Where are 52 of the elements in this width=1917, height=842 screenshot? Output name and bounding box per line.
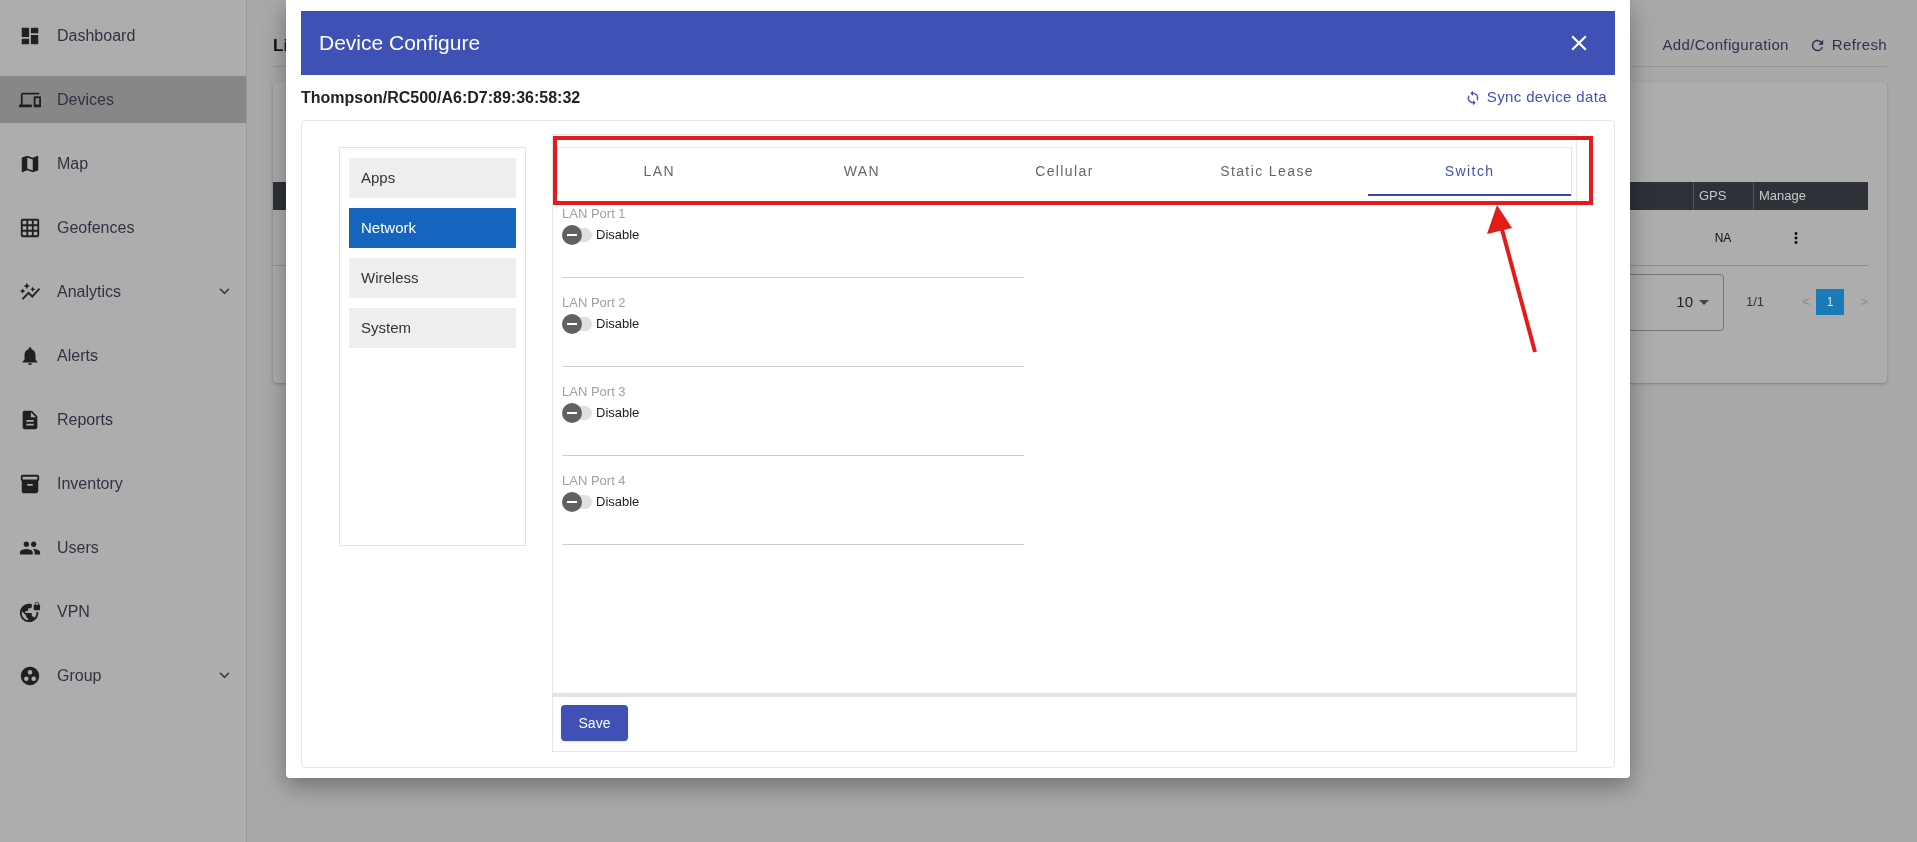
sidebar-item[interactable]: Users	[0, 524, 246, 571]
table-cell-text: NA	[1714, 229, 1732, 247]
section-nav-item[interactable]: Apps	[349, 158, 516, 198]
toggle-switch[interactable]	[562, 490, 592, 514]
archive-box-icon	[19, 472, 41, 495]
toggle-switch[interactable]	[562, 312, 592, 336]
port-label: LAN Port 3	[562, 384, 627, 400]
device-title: Thompson/RC500/A6:D7:89:36:58:32	[301, 87, 582, 108]
page-info: 1/1	[1746, 293, 1766, 312]
section-nav-item[interactable]: Network	[349, 208, 516, 248]
dialog-title: Device Configure	[319, 30, 482, 57]
caret-icon	[1699, 299, 1709, 305]
toolbar-button[interactable]: Add/Configuration	[1662, 34, 1789, 57]
minus-icon	[567, 323, 577, 325]
sidebar-item[interactable]: Geofences	[0, 204, 246, 251]
sidebar-item[interactable]: Group	[0, 652, 246, 699]
sidebar-item[interactable]: Alerts	[0, 332, 246, 379]
toolbar-button[interactable]: Refresh	[1808, 34, 1887, 57]
tab[interactable]: Cellular	[963, 148, 1166, 196]
toggle-label: Disable	[596, 404, 640, 423]
toggle-switch[interactable]	[562, 401, 592, 425]
port-label: LAN Port 4	[562, 473, 627, 489]
sidebar-item[interactable]: Reports	[0, 396, 246, 443]
grid-icon	[19, 216, 41, 239]
tab[interactable]: LAN	[558, 148, 761, 196]
toggle-switch[interactable]	[562, 223, 592, 247]
sidebar-item[interactable]: Inventory	[0, 460, 246, 507]
tab[interactable]: Switch	[1368, 148, 1571, 196]
circles-icon	[19, 664, 41, 687]
section-nav-item[interactable]: System	[349, 308, 516, 348]
sidebar-item[interactable]: VPN	[0, 588, 246, 635]
minus-icon	[567, 234, 577, 236]
toggle-label: Disable	[596, 315, 640, 334]
toggle-label: Disable	[596, 226, 640, 245]
column-header: Manage	[1753, 182, 1868, 210]
sidebar-item[interactable]: Devices	[0, 76, 246, 123]
globe-lock-icon	[19, 600, 41, 623]
toggle-label: Disable	[596, 493, 640, 512]
tab[interactable]: Static Lease	[1165, 148, 1369, 196]
page-button[interactable]: 1	[1816, 289, 1844, 315]
sidebar-item[interactable]: Analytics	[0, 268, 246, 315]
save-button[interactable]: Save	[561, 705, 628, 741]
column-header: GPS	[1693, 182, 1753, 210]
minus-icon	[567, 501, 577, 503]
section-nav-item[interactable]: Wireless	[349, 258, 516, 298]
minus-icon	[567, 412, 577, 414]
sidebar-item[interactable]: Dashboard	[0, 12, 246, 59]
port-label: LAN Port 2	[562, 295, 627, 311]
port-label: LAN Port 1	[562, 206, 627, 222]
tab[interactable]: WAN	[760, 148, 964, 196]
sync-link[interactable]: Sync device data	[1464, 86, 1615, 109]
sidebar-item[interactable]: Map	[0, 140, 246, 187]
